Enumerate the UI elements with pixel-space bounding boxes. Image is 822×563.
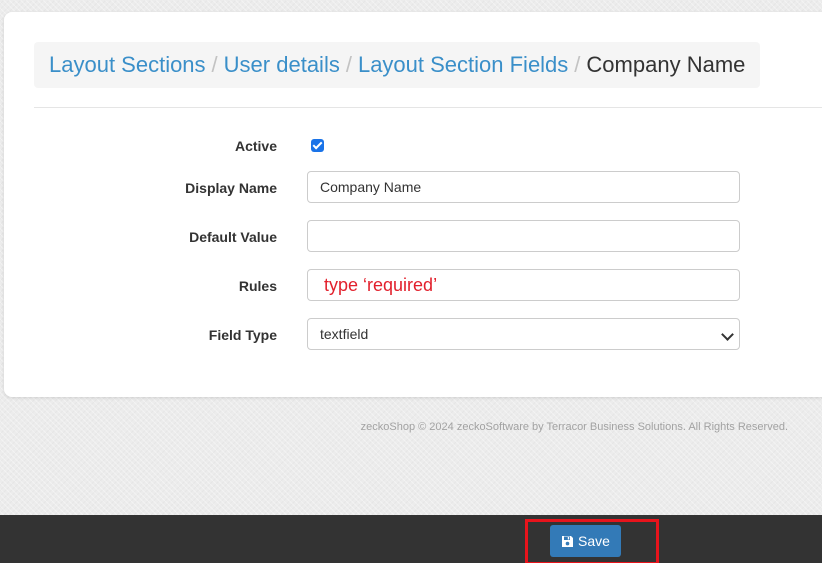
active-checkbox[interactable] <box>311 139 324 152</box>
field-type-row: Field Type textfield <box>0 318 822 352</box>
rules-input[interactable] <box>307 269 740 301</box>
breadcrumb: Layout Sections / User details / Layout … <box>34 42 761 88</box>
active-label: Active <box>234 138 277 154</box>
breadcrumb-separator: / <box>211 52 218 77</box>
save-button-label: Save <box>578 533 610 549</box>
rules-row: Rules <box>0 269 822 303</box>
field-type-select-wrapper: textfield <box>0 318 822 352</box>
field-type-select[interactable]: textfield <box>307 318 740 350</box>
default-value-label: Default Value <box>189 229 277 245</box>
footer-copyright: zeckoShop © 2024 zeckoSoftware by Terrac… <box>360 421 788 433</box>
display-name-row: Display Name <box>0 171 822 205</box>
breadcrumb-link-user-details[interactable]: User details <box>224 52 340 78</box>
display-name-label: Display Name <box>185 180 277 196</box>
breadcrumb-separator: / <box>345 52 352 77</box>
breadcrumb-link-layout-sections[interactable]: Layout Sections <box>49 52 206 78</box>
default-value-row: Default Value <box>0 220 822 254</box>
default-value-input[interactable] <box>307 220 740 252</box>
breadcrumb-separator: / <box>574 52 581 77</box>
divider <box>34 107 822 108</box>
bottom-action-bar <box>0 515 822 563</box>
breadcrumb-current: Company Name <box>586 52 746 77</box>
display-name-input[interactable] <box>307 171 740 203</box>
breadcrumb-link-layout-section-fields[interactable]: Layout Section Fields <box>358 52 568 78</box>
save-button[interactable]: Save <box>550 525 621 557</box>
active-row: Active <box>0 129 822 163</box>
rules-label: Rules <box>238 278 277 294</box>
floppy-disk-icon <box>561 535 574 548</box>
